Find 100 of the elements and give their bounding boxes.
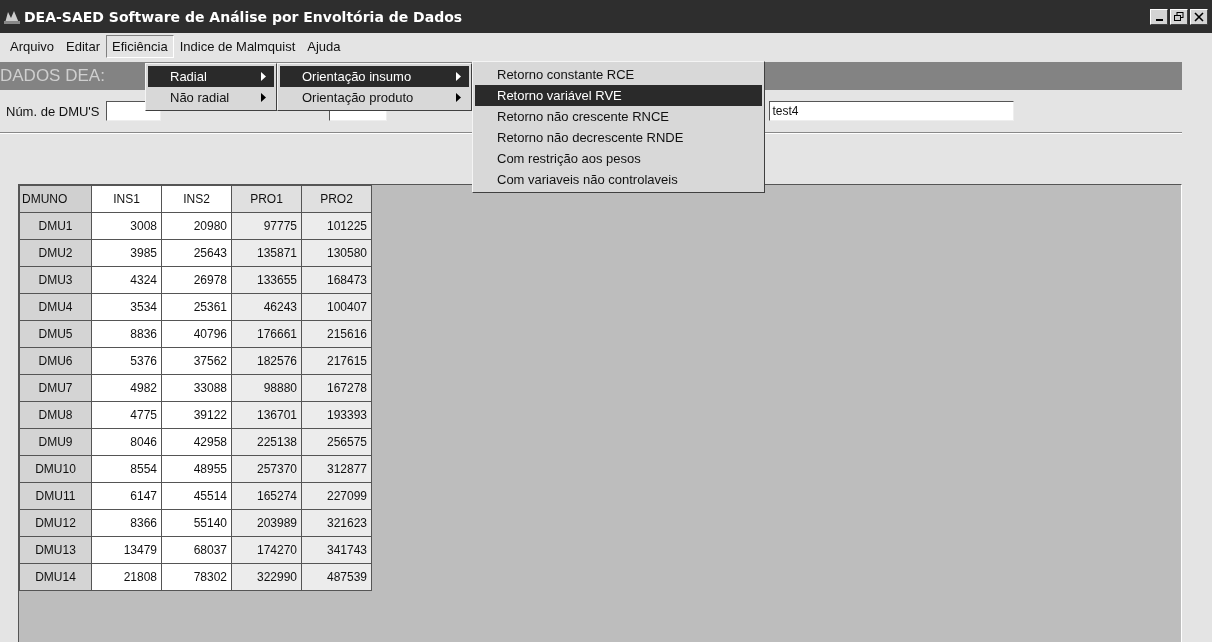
table-cell: DMU8 (19, 401, 92, 429)
app-icon (4, 9, 20, 24)
menu-option[interactable]: Retorno não crescente RNCE (475, 106, 762, 127)
table-cell: 8554 (91, 455, 162, 483)
table-cell: 341743 (301, 536, 372, 564)
menu-option[interactable]: Retorno não decrescente RNDE (475, 127, 762, 148)
table-cell: DMU12 (19, 509, 92, 537)
menu-item[interactable]: Arquivo (4, 35, 61, 58)
table-cell: 46243 (231, 293, 302, 321)
table-cell: 68037 (161, 536, 232, 564)
table-cell: 45514 (161, 482, 232, 510)
table-cell: DMU3 (19, 266, 92, 294)
table-cell: 3985 (91, 239, 162, 267)
table-cell: 168473 (301, 266, 372, 294)
table-cell: DMU6 (19, 347, 92, 375)
table-cell: 42958 (161, 428, 232, 456)
column-header: PRO1 (231, 185, 302, 213)
table-cell: 133655 (231, 266, 302, 294)
table-cell: 4982 (91, 374, 162, 402)
table-cell: DMU4 (19, 293, 92, 321)
table-cell: 176661 (231, 320, 302, 348)
table-cell: 227099 (301, 482, 372, 510)
table-cell: 203989 (231, 509, 302, 537)
menu-option[interactable]: Orientação insumo (280, 66, 469, 87)
table-cell: 4324 (91, 266, 162, 294)
table-cell: DMU2 (19, 239, 92, 267)
table-cell: 100407 (301, 293, 372, 321)
window-title: DEA-SAED Software de Análise por Envoltória de Dados (24, 8, 463, 25)
table-cell: 21808 (91, 563, 162, 591)
table-cell: 135871 (231, 239, 302, 267)
table-cell: 6147 (91, 482, 162, 510)
restore-icon (1174, 11, 1184, 22)
table-cell: DMU1 (19, 212, 92, 240)
column-header: DMUNO (19, 185, 92, 213)
menu-item[interactable]: Eficiência (106, 35, 174, 58)
close-icon (1194, 11, 1204, 22)
table-cell: 193393 (301, 401, 372, 429)
table-cell: 20980 (161, 212, 232, 240)
table-cell: 25643 (161, 239, 232, 267)
table-cell: 130580 (301, 239, 372, 267)
menu-option[interactable]: Retorno variável RVE (475, 85, 762, 106)
table-cell: 167278 (301, 374, 372, 402)
table-cell: 98880 (231, 374, 302, 402)
menu-option[interactable]: Retorno constante RCE (475, 64, 762, 85)
input-field[interactable]: test4 (768, 101, 1014, 121)
table-cell: 13479 (91, 536, 162, 564)
table-cell: 55140 (161, 509, 232, 537)
table-cell: 321623 (301, 509, 372, 537)
table-cell: 3008 (91, 212, 162, 240)
table-cell: 40796 (161, 320, 232, 348)
table-cell: DMU13 (19, 536, 92, 564)
table-cell: 225138 (231, 428, 302, 456)
minimize-icon (1155, 19, 1163, 21)
table-cell: 312877 (301, 455, 372, 483)
table-cell: 48955 (161, 455, 232, 483)
table-cell: 8046 (91, 428, 162, 456)
table-cell: DMU11 (19, 482, 92, 510)
table-cell: 8836 (91, 320, 162, 348)
table-cell: 4775 (91, 401, 162, 429)
menu-option[interactable]: Com restrição aos pesos (475, 148, 762, 169)
table-cell: 182576 (231, 347, 302, 375)
menu-option[interactable]: Radial (148, 66, 274, 87)
column-header: INS2 (161, 185, 232, 213)
table-cell: 5376 (91, 347, 162, 375)
menu-item[interactable]: Ajuda (301, 35, 347, 58)
menu-item[interactable]: Indice de Malmquist (173, 35, 302, 58)
table-cell: DMU5 (19, 320, 92, 348)
table-cell: 8366 (91, 509, 162, 537)
menu-option[interactable]: Orientação produto (280, 87, 469, 108)
menu-item[interactable]: Editar (60, 35, 107, 58)
table-cell: 3534 (91, 293, 162, 321)
table-cell: 101225 (301, 212, 372, 240)
table-cell: 322990 (231, 563, 302, 591)
restore-button[interactable] (1170, 8, 1188, 25)
table-cell: 165274 (231, 482, 302, 510)
table-cell: 37562 (161, 347, 232, 375)
table-cell: 257370 (231, 455, 302, 483)
field-label: Núm. de DMU'S (6, 103, 100, 119)
table-cell: 487539 (301, 563, 372, 591)
table-cell: DMU14 (19, 563, 92, 591)
table-cell: 217615 (301, 347, 372, 375)
table-cell: 78302 (161, 563, 232, 591)
table-cell: 39122 (161, 401, 232, 429)
menu-option[interactable]: Com variaveis não controlaveis (475, 169, 762, 190)
table-cell: 215616 (301, 320, 372, 348)
table-cell: DMU7 (19, 374, 92, 402)
menu-option[interactable]: Não radial (148, 87, 274, 108)
table-cell: DMU10 (19, 455, 92, 483)
column-header: INS1 (91, 185, 162, 213)
table-cell: 136701 (231, 401, 302, 429)
table-cell: 174270 (231, 536, 302, 564)
table-cell: 26978 (161, 266, 232, 294)
header-title: DADOS DEA: (0, 66, 105, 86)
column-header: PRO2 (301, 185, 372, 213)
close-button[interactable] (1190, 8, 1208, 25)
table-cell: 33088 (161, 374, 232, 402)
table-cell: DMU9 (19, 428, 92, 456)
table-cell: 256575 (301, 428, 372, 456)
minimize-button[interactable] (1150, 8, 1168, 25)
table-cell: 25361 (161, 293, 232, 321)
